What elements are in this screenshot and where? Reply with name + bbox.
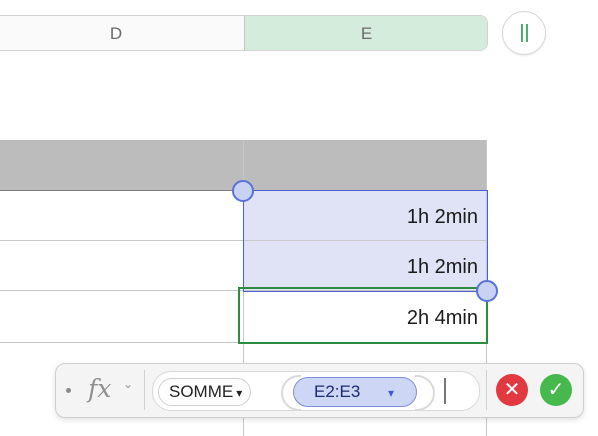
cancel-formula-button[interactable]: ✕ bbox=[496, 374, 528, 406]
column-header-bar: D E bbox=[0, 15, 488, 51]
drag-handle-icon[interactable] bbox=[66, 388, 71, 393]
selection-handle-top[interactable] bbox=[232, 180, 254, 202]
fx-icon[interactable]: fx bbox=[88, 374, 111, 403]
cell-e3[interactable]: 1h 2min bbox=[243, 241, 478, 291]
cell-e2[interactable]: 1h 2min bbox=[243, 191, 478, 241]
chevron-down-icon[interactable]: ⌄ bbox=[123, 377, 133, 391]
active-cell-border bbox=[238, 287, 488, 344]
column-header-e[interactable]: E bbox=[244, 16, 487, 50]
range-reference: E2:E3 bbox=[314, 382, 361, 401]
confirm-formula-button[interactable]: ✓ bbox=[540, 374, 572, 406]
text-caret bbox=[444, 378, 446, 404]
selection-handle-bottom[interactable] bbox=[476, 280, 498, 302]
range-token[interactable]: E2:E3 ▾ bbox=[293, 377, 417, 407]
function-token[interactable]: SOMME ▾ bbox=[158, 378, 252, 406]
pause-icon bbox=[521, 24, 523, 42]
formula-input[interactable]: SOMME ▾ E2:E3 ▾ bbox=[152, 371, 480, 411]
range-dropdown-icon[interactable]: ▾ bbox=[388, 379, 394, 407]
function-name: SOMME bbox=[169, 382, 234, 401]
formula-bar: fx ⌄ SOMME ▾ E2:E3 ▾ ✕ ✓ bbox=[55, 363, 584, 418]
dropdown-arrow-icon: ▾ bbox=[236, 386, 243, 400]
column-header-d[interactable]: D bbox=[0, 16, 243, 50]
freeze-columns-button[interactable] bbox=[502, 11, 546, 55]
close-paren bbox=[415, 375, 435, 411]
